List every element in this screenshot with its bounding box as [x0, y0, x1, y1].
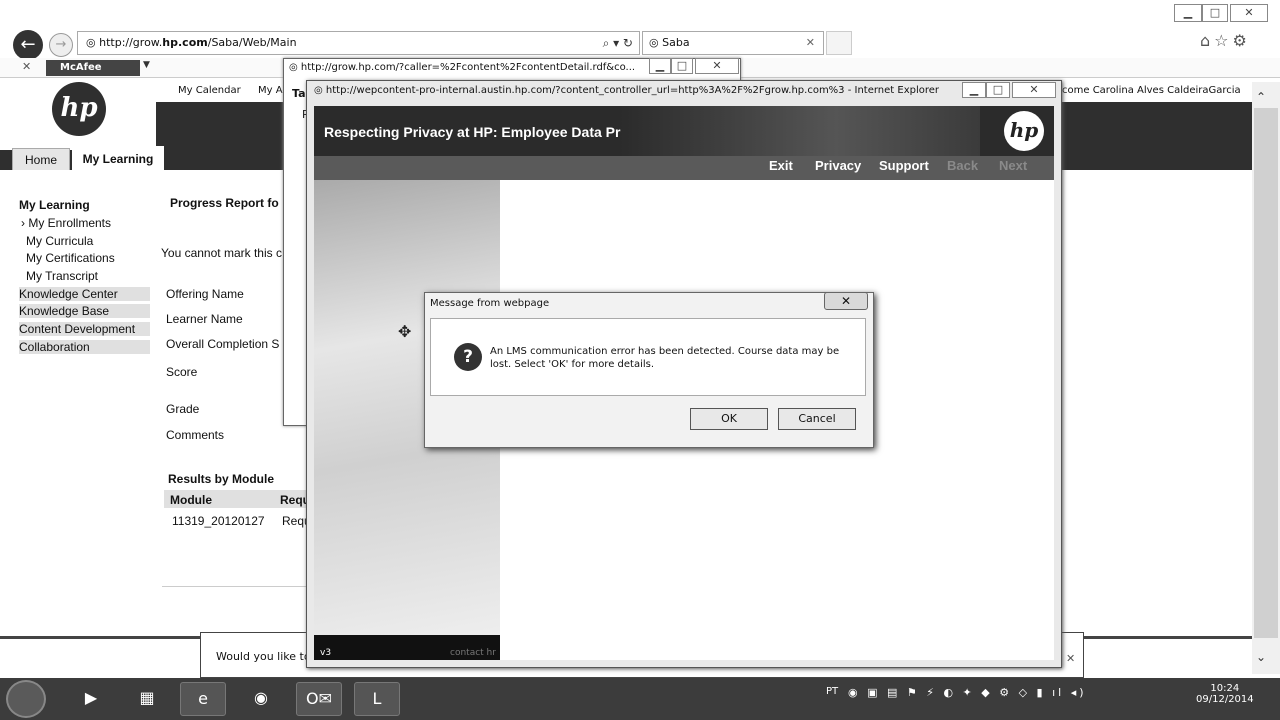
clock-time: 10:24: [1210, 683, 1240, 694]
sidebar-item-certifications[interactable]: My Certifications: [26, 251, 115, 265]
tab-title: Saba: [662, 36, 690, 49]
popup2-title-text: http://wepcontent-pro-internal.austin.hp…: [325, 85, 940, 96]
course-nav-bar: [314, 156, 1054, 180]
outlook-icon[interactable]: O✉: [296, 682, 342, 716]
minimize-button[interactable]: ▁: [1174, 4, 1202, 22]
sidebar-item-transcript[interactable]: My Transcript: [26, 269, 98, 283]
file-explorer-icon[interactable]: ▦: [124, 682, 170, 716]
start-button[interactable]: [6, 680, 46, 718]
system-tray-icons[interactable]: ◉ ▣ ▤ ⚑ ⚡ ◐ ✦ ◆ ⚙ ◇ ▮ ıl ◂): [848, 686, 1087, 699]
back-button[interactable]: ←: [13, 30, 43, 60]
media-player-icon[interactable]: ▶: [68, 682, 114, 716]
results-title: Results by Module: [168, 472, 275, 486]
field-grade: Grade: [166, 402, 200, 416]
maximize-button[interactable]: □: [1202, 4, 1228, 22]
popup2-title: ◎ http://wepcontent-pro-internal.austin.…: [314, 85, 954, 96]
popup1-tab-label: Ta: [292, 87, 306, 100]
popup1-url: ◎ http://grow.hp.com/?caller=%2Fcontent%…: [289, 62, 635, 73]
notice-text: You cannot mark this c: [161, 246, 282, 260]
language-indicator[interactable]: PT: [826, 686, 838, 697]
tab-my-learning[interactable]: My Learning: [72, 146, 164, 170]
url-domain: hp.com: [162, 36, 208, 49]
sidebar-item-knowledge-base[interactable]: Knowledge Base: [19, 304, 150, 318]
course-version: v3: [320, 648, 332, 658]
menu-my-calendar[interactable]: My Calendar: [178, 85, 241, 96]
popup2-minimize[interactable]: ▁: [962, 82, 986, 98]
ie-page-icon: ◎: [289, 62, 301, 73]
column-module: Module: [170, 493, 212, 507]
course-title: Respecting Privacy at HP: Employee Data …: [324, 124, 621, 140]
home-favorites-settings-icons[interactable]: ⌂☆⚙: [1200, 31, 1251, 50]
new-tab-button[interactable]: [826, 31, 852, 55]
browser-tab[interactable]: ◎ Saba ✕: [642, 31, 824, 55]
chevron-down-icon[interactable]: ▼: [143, 60, 150, 70]
hp-logo: hp: [1004, 111, 1044, 151]
popup1-maximize[interactable]: □: [671, 58, 693, 74]
notification-text: Would you like to: [216, 650, 311, 663]
browser-title-bar: [0, 0, 1280, 28]
cell-module[interactable]: 11319_20120127: [172, 514, 265, 528]
scroll-down-icon[interactable]: ⌄: [1256, 650, 1266, 664]
page-title: Progress Report fo: [170, 196, 279, 210]
tab-close-icon[interactable]: ✕: [806, 32, 815, 54]
field-overall-completion: Overall Completion S: [166, 337, 280, 351]
course-next-button[interactable]: Next: [999, 158, 1027, 173]
sidebar-item-collaboration[interactable]: Collaboration: [19, 340, 150, 354]
divider: [162, 586, 312, 587]
sidebar-item-enrollments[interactable]: › My Enrollments: [21, 216, 111, 230]
dialog-close-icon[interactable]: ✕: [824, 292, 868, 310]
clock-date: 09/12/2014: [1196, 694, 1254, 705]
sidebar-heading[interactable]: My Learning: [19, 198, 90, 212]
address-bar[interactable]: ◎ http://grow.hp.com/Saba/Web/Main ⌕ ▾ ↻: [77, 31, 640, 55]
mcafee-button[interactable]: McAfee: [46, 60, 140, 76]
ie-page-icon: ◎: [86, 36, 100, 49]
question-icon: ?: [454, 343, 482, 371]
lync-icon[interactable]: L: [354, 682, 400, 716]
search-refresh-icon[interactable]: ⌕ ▾ ↻: [603, 32, 633, 54]
popup1-url-text: http://grow.hp.com/?caller=%2Fcontent%2F…: [300, 62, 636, 73]
scrollbar-thumb[interactable]: [1254, 108, 1278, 638]
field-score: Score: [166, 365, 198, 379]
toolbar-close-icon[interactable]: ✕: [22, 60, 31, 73]
field-offering-name: Offering Name: [166, 287, 244, 301]
popup2-maximize[interactable]: □: [986, 82, 1010, 98]
internet-explorer-icon[interactable]: e: [180, 682, 226, 716]
tab-ie-icon: ◎: [649, 36, 663, 49]
url-prefix: http://grow.: [99, 36, 163, 49]
sidebar-item-curricula[interactable]: My Curricula: [26, 234, 93, 248]
ie-page-icon: ◎: [314, 85, 326, 96]
chrome-icon[interactable]: ◉: [238, 682, 284, 716]
cancel-button[interactable]: Cancel: [778, 408, 856, 430]
close-button[interactable]: ✕: [1230, 4, 1268, 22]
url-path: /Saba/Web/Main: [207, 36, 297, 49]
mouse-cursor-icon: ✥: [398, 322, 412, 341]
tab-home[interactable]: Home: [12, 148, 70, 170]
welcome-text: come Carolina Alves CaldeiraGarcia: [1062, 85, 1241, 96]
dialog-message: An LMS communication error has been dete…: [490, 346, 840, 370]
popup1-minimize[interactable]: ▁: [649, 58, 671, 74]
course-header-graphic: [620, 106, 980, 156]
forward-button[interactable]: →: [49, 33, 73, 57]
ok-button[interactable]: OK: [690, 408, 768, 430]
field-learner-name: Learner Name: [166, 312, 243, 326]
scroll-up-icon[interactable]: ⌃: [1256, 90, 1266, 104]
sidebar-item-content-development[interactable]: Content Development: [19, 322, 150, 336]
popup1-close[interactable]: ✕: [695, 58, 739, 74]
sidebar-item-knowledge-center[interactable]: Knowledge Center: [19, 287, 150, 301]
course-back-button[interactable]: Back: [947, 158, 978, 173]
course-footer-link[interactable]: contact hr: [450, 648, 496, 658]
dialog-title: Message from webpage: [430, 298, 550, 309]
field-comments: Comments: [166, 428, 225, 442]
clock[interactable]: 10:24 09/12/2014: [1196, 683, 1254, 705]
popup2-close[interactable]: ✕: [1012, 82, 1056, 98]
course-privacy-button[interactable]: Privacy: [815, 158, 861, 173]
notification-close-icon[interactable]: ✕: [1066, 652, 1075, 665]
course-support-button[interactable]: Support: [879, 158, 929, 173]
course-exit-button[interactable]: Exit: [769, 158, 793, 173]
hp-logo: hp: [52, 82, 106, 136]
